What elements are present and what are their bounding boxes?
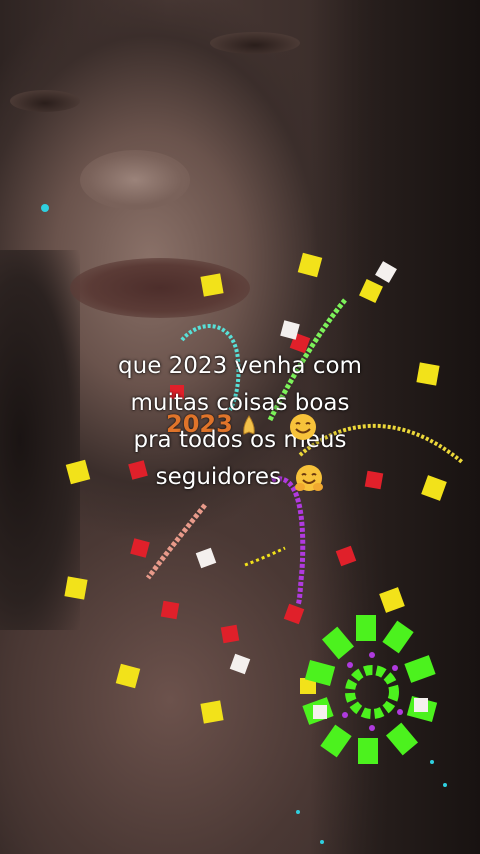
small-yellow-streamer (244, 546, 286, 567)
purple-streamer (271, 476, 306, 606)
caption-line-2: muitas coisas boas (130, 390, 350, 416)
caption-line-1: que 2023 venha com (118, 353, 362, 379)
caption-line-4: seguidores (155, 464, 282, 490)
cyan-dots (41, 204, 447, 844)
photo-background: 2023 que 2023 venha com muitas coisas bo… (0, 0, 480, 854)
caption-line-3-row: pra todos os meus (0, 422, 480, 459)
hugging-face-icon (295, 464, 324, 491)
smiling-face-icon (290, 414, 316, 440)
caption-line-4-row: seguidores (0, 459, 480, 496)
green-firework (302, 615, 438, 764)
caption-text: que 2023 venha com muitas coisas boas pr… (0, 348, 480, 496)
pink-streamer (145, 503, 207, 580)
